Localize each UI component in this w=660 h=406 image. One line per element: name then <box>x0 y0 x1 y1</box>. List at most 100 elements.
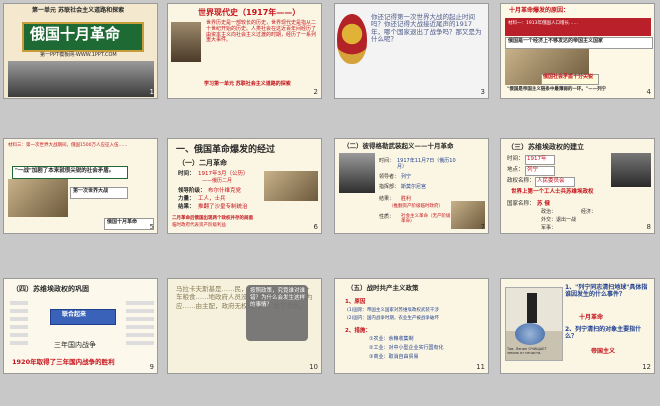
slide-number: 6 <box>313 223 318 231</box>
time-label: 时间： <box>507 156 524 162</box>
gov-value: 人民委员会 <box>537 178 565 184</box>
leader-value: 列宁 <box>401 174 412 180</box>
result-value: 胜利 <box>401 196 412 202</box>
command-label: 指挥部： <box>379 184 400 190</box>
measure-military: 军事： <box>541 225 557 231</box>
place-label: 地点： <box>507 167 524 173</box>
slide-number: 10 <box>309 363 318 371</box>
question-text: 你还记得第一次世界大战的起止时间吗？你还记得大战接近尾声的1917年，哪个国家退… <box>371 13 482 44</box>
war-photo <box>8 179 68 217</box>
lead-value: 布尔什维克党 <box>208 188 242 194</box>
material-text: 材料一：1913年俄国人口增长…… <box>508 21 578 26</box>
nation-label: 国家名称： <box>507 201 535 207</box>
lenin-quote: "俄国是帝国主义链条中最薄弱的一环。"——列宁 <box>507 87 607 92</box>
slide-thumbnail-12[interactable]: Тов. Ленин ОЧИЩАЕТ землю от нечисти. 1、"… <box>500 278 655 374</box>
reason-1: (1)国际：帝国主义国家对苏维埃政权武装干涉 <box>347 308 439 313</box>
slide-number: 1 <box>149 88 154 96</box>
wwi-label: 第一次世界大战 <box>73 188 109 194</box>
measure-2: ②工业：对中小型企业实行国有化 <box>369 345 444 351</box>
center-arrow-label: 联合起来 <box>62 311 87 318</box>
right-enemy-column <box>126 301 154 345</box>
nation-value: 苏 俄 <box>537 201 550 207</box>
measure-3: ③商业：取消自由贸易 <box>369 354 419 360</box>
slide-number: 3 <box>480 88 485 96</box>
command-value: 斯莫尔尼宫 <box>401 184 427 190</box>
slide-title: 俄国十月革命 <box>30 25 121 43</box>
slide-number: 2 <box>313 88 318 96</box>
measure-economic: 经济： <box>581 209 597 215</box>
slide-number: 5 <box>149 223 154 231</box>
contradiction-label: 俄国社会矛盾十分尖锐 <box>543 74 594 80</box>
slide-thumbnail-4[interactable]: 十月革命爆发的原因： 材料一：1913年俄国人口增长…… 俄国是一个经济上不够发… <box>500 3 655 99</box>
slide-number: 8 <box>646 223 651 231</box>
slide-thumbnail-10[interactable]: 马拉卡夫斯基是……民，1919年一……拉着一车粮食……地政府人员没收……国家不能… <box>167 278 322 374</box>
measure-political: 政治： <box>541 209 557 215</box>
material-text: 材料三：第一次世界大战期间，俄国1500万人应征入伍…… <box>8 143 128 148</box>
poster-caption: Тов. Ленин ОЧИЩАЕТ землю от нечисти. <box>507 347 547 356</box>
reason-2: (2)国内：国内战争时期，农业生产被战争破坏 <box>347 316 439 321</box>
slide-head: （三）苏维埃政权的建立 <box>507 143 584 151</box>
answer-2: 帝国主义 <box>591 348 616 355</box>
measure-head: 2、措施： <box>345 328 371 334</box>
slide-tail: 学习第一单元 苏联社会主义道路的探索 <box>204 81 291 87</box>
lenin-photo <box>339 153 375 193</box>
october-label: 俄国十月革命 <box>107 219 138 225</box>
force-value: 工人，士兵 <box>198 196 226 202</box>
slide-thumbnail-8[interactable]: （三）苏维埃政权的建立 时间： 1917年 地点： 列宁 政权名称： 人民委员会… <box>500 138 655 234</box>
soviet-note: 世界上第一个工人士兵苏维埃政权 <box>511 189 594 195</box>
slide-number: 11 <box>476 363 485 371</box>
slide-body: 世界历史是一部较长的历史，世界现代史是指从二十世纪开始的历史。人类社会在这近百年… <box>206 20 317 44</box>
time-value: 1917年11月7日（俄历10月） <box>397 158 456 170</box>
lead-label: 领导阶级： <box>178 188 206 194</box>
slide-header: 第一单元 苏联社会主义道路和探索 <box>32 7 125 14</box>
note-text: 俄国是一个经济上不够发达的帝国主义国家 <box>508 38 604 44</box>
civil-war-label: 三年国内战争 <box>54 341 96 349</box>
section-title: （五）战时共产主义政策 <box>347 284 419 292</box>
left-enemy-column <box>10 301 28 345</box>
result-label: 结果： <box>178 204 195 210</box>
slide-thumbnail-11[interactable]: （五）战时共产主义政策 1、原因 (1)国际：帝国主义国家对苏维埃政权武装干涉 … <box>334 278 489 374</box>
answer-1: 十月革命 <box>579 314 604 321</box>
slide-head: （二）彼得格勒武装起义——十月革命 <box>343 142 454 150</box>
victory-line: 1920年取得了三年国内战争的胜利 <box>12 358 115 366</box>
slide-thumbnail-5[interactable]: 材料三：第一次世界大战期间，俄国1500万人应征入伍…… "一战"加剧了本来就很… <box>3 138 158 234</box>
crowd-photo <box>8 61 154 97</box>
poster-figure <box>527 293 537 323</box>
lenin-portrait <box>171 22 201 62</box>
bottom-line-1: 二月革命后俄国出现两个政权并存的局面 <box>172 216 253 221</box>
reason-head: 1、原因 <box>345 299 366 305</box>
slide-thumbnail-1[interactable]: 第一单元 苏联社会主义道路和探索 俄国十月革命 第一PPT模板网-WWW.1PP… <box>3 3 158 99</box>
lenin-portrait <box>611 153 651 187</box>
slide-number: 12 <box>642 363 651 371</box>
slide-thumbnail-3[interactable]: 你还记得第一次世界大战的起止时间吗？你还记得大战接近尾声的1917年，哪个国家退… <box>334 3 489 99</box>
slide-footer: 第一PPT模板网-WWW.1PPT.COM <box>40 52 117 58</box>
slide-thumbnail-2[interactable]: 世界现代史（1917年——） 世界历史是一部较长的历史，世界现代史是指从二十世纪… <box>167 3 322 99</box>
question-1: 1、"列宁同志清扫地球"具体指谁因发生的什么事件？ <box>565 284 648 298</box>
leader-label: 领导者： <box>379 174 400 180</box>
nature-label: 性质： <box>379 214 395 220</box>
slide-heading: 世界现代史（1917年——） <box>198 8 301 17</box>
quote-text: "一战"加剧了本来就很尖锐的社会矛盾。 <box>15 168 115 174</box>
time-label: 时间： <box>379 158 395 164</box>
bottom-line-2: 临时政府代表资产阶级利益 <box>172 223 226 228</box>
gov-label: 政权名称： <box>507 178 535 184</box>
question-2: 2、列宁清扫的对象主要指什么？ <box>565 326 642 340</box>
slide-number: 4 <box>646 88 651 96</box>
force-label: 力量： <box>178 196 195 202</box>
time-value: 1917年 <box>527 156 547 162</box>
slide-number: 7 <box>480 223 485 231</box>
measure-diplomatic: 外交：退出一战 <box>541 217 577 223</box>
place-value: 列宁 <box>527 167 539 173</box>
subsection-title: （一）二月革命 <box>178 159 227 167</box>
nature-value: 社会主义革命（无产阶级革命） <box>401 214 451 225</box>
old-calendar: ——俄历二月 <box>202 178 233 184</box>
result-value: 推翻了沙皇专制统治 <box>198 204 248 210</box>
slide-thumbnail-9[interactable]: （四）苏维埃政权的巩固 联合起来 三年国内战争 1920年取得了三年国内战争的胜… <box>3 278 158 374</box>
bubble-text: 按照政策，究竟谁对谁错？为什么会发生这样的事情？ <box>250 288 306 309</box>
slide-head: 十月革命爆发的原因： <box>509 7 570 14</box>
revolution-photo <box>264 171 318 201</box>
time-value: 1917年3月（公历） <box>198 171 249 177</box>
measure-1: ①农业：余粮收集制 <box>369 336 414 342</box>
slide-thumbnail-7[interactable]: （二）彼得格勒武装起义——十月革命 时间： 1917年11月7日（俄历10月） … <box>334 138 489 234</box>
slide-thumbnail-6[interactable]: 一、俄国革命爆发的经过 （一）二月革命 时间： 1917年3月（公历） ——俄历… <box>167 138 322 234</box>
